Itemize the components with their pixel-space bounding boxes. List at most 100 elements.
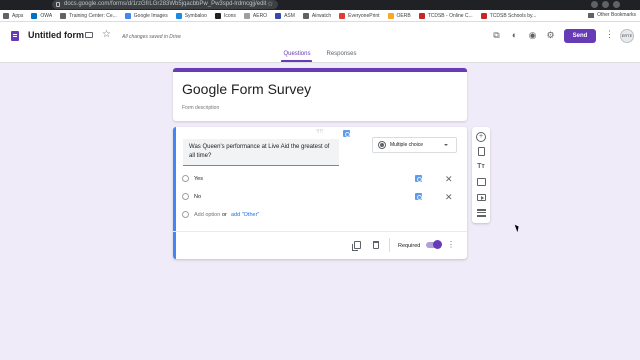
bookmark-label: Airwatch [311,12,332,19]
bookmark-item[interactable]: Training Center: Ce... [60,12,117,19]
add-image-icon[interactable] [477,178,486,186]
bookmark-favicon-icon [243,12,250,19]
bookmark-favicon-icon [214,12,221,19]
save-status: All changes saved in Drive [122,34,181,40]
bookmark-item[interactable]: Google Images [124,12,168,19]
more-options-icon[interactable]: ⋮ [605,30,614,39]
add-option-image-icon[interactable] [415,175,422,182]
radio-icon [182,175,189,182]
form-description-field[interactable]: Form description [182,105,219,111]
radio-button-icon [378,141,386,149]
radio-icon [182,211,189,218]
bookmark-item[interactable]: Icons [214,12,236,19]
bookmark-label: OERB [396,12,411,19]
bookmark-item[interactable]: EveryonePrint [339,12,380,19]
google-forms-logo-icon[interactable] [11,31,19,41]
duplicate-icon[interactable] [352,241,361,251]
drag-handle-icon[interactable]: ⠿⠿ [316,129,323,135]
bookmark-favicon-icon [275,12,282,19]
add-option-link[interactable]: Add option [194,209,220,221]
form-tabs: Questions Responses [0,51,640,62]
form-title-card[interactable]: Google Form Survey Form description [173,68,467,121]
question-title-input[interactable]: Was Queen's performance at Live Aid the … [183,139,339,166]
option-row[interactable]: Yes ✕ [181,173,453,185]
star-icon[interactable]: ☆ [102,29,111,40]
extension-icon[interactable] [591,1,598,8]
header-divider [0,62,640,63]
bookmark-favicon-icon [480,12,487,19]
form-doc-title[interactable]: Untitled form [28,30,84,40]
question-toolbar: + Tт [472,127,490,223]
other-bookmarks[interactable]: Other Bookmarks [588,12,636,18]
bookmark-item[interactable]: OWA [31,12,53,19]
preview-eye-icon[interactable]: ◉ [528,31,537,40]
required-toggle[interactable] [426,240,442,249]
bookmark-item[interactable]: ASM [275,12,295,19]
move-to-folder-icon[interactable] [85,32,93,38]
add-question-icon[interactable]: + [476,132,486,142]
option-row[interactable]: No ✕ [181,191,453,203]
bookmark-star-icon[interactable]: ☆ [267,0,273,9]
add-video-icon[interactable] [477,194,486,201]
bookmark-label: Google Images [133,12,168,19]
question-type-label: Multiple choice [390,142,424,148]
remove-option-icon[interactable]: ✕ [445,173,453,185]
extension-icon[interactable] [602,1,609,8]
bookmark-favicon-icon [339,12,346,19]
address-bar[interactable]: docs.google.com/forms/d/1rzGfrLGr283Wb5j… [52,0,278,9]
bookmark-item[interactable]: Symbaloo [175,12,207,19]
bookmark-label: Icons [223,12,236,19]
bookmark-favicon-icon [175,12,182,19]
send-button[interactable]: Send [564,29,596,43]
dropdown-arrow-icon [444,144,448,146]
bookmark-item[interactable]: OERB [387,12,411,19]
other-bookmarks-label: Other Bookmarks [597,12,636,18]
folder-icon [588,12,595,18]
question-card[interactable]: ⠿⠿ Was Queen's performance at Live Aid t… [173,127,467,259]
divider [389,238,390,252]
remove-option-icon[interactable]: ✕ [445,191,453,203]
palette-icon[interactable]: ◐ [510,31,519,40]
form-title[interactable]: Google Form Survey [182,81,311,97]
radio-icon [182,193,189,200]
mouse-pointer-icon [514,223,521,233]
lock-icon [56,2,60,7]
bookmark-favicon-icon [418,12,425,19]
bookmark-label: TCDSB Schools by... [489,12,537,19]
bookmark-label: TCDSB - Online C... [427,12,473,19]
tab-responses[interactable]: Responses [324,51,358,62]
more-options-icon[interactable]: ⋮ [447,240,455,250]
import-questions-icon[interactable] [478,147,485,156]
settings-gear-icon[interactable]: ⚙ [546,31,555,40]
bookmark-favicon-icon [387,12,394,19]
extension-icon[interactable] [613,1,620,8]
bookmark-label: ASM [284,12,295,19]
bookmark-item[interactable]: TCDSB Schools by... [480,12,537,19]
extension-icons [591,1,620,8]
avatar[interactable]: ERTE [620,29,634,43]
add-question-image-icon[interactable] [343,130,350,137]
bookmark-label: Symbaloo [184,12,207,19]
delete-icon[interactable] [373,241,379,249]
add-option-image-icon[interactable] [415,193,422,200]
bookmark-favicon-icon [124,12,131,19]
option-label[interactable]: Yes [194,173,203,185]
bookmark-item[interactable]: TCDSB - Online C... [418,12,473,19]
bookmark-label: EveryonePrint [348,12,380,19]
required-label: Required [398,243,421,249]
question-type-dropdown[interactable]: Multiple choice [372,137,457,153]
add-other-link[interactable]: add "Other" [231,209,259,221]
addons-icon[interactable]: ⧉ [492,31,501,40]
bookmark-label: OWA [40,12,53,19]
or-text: or [222,212,227,218]
bookmark-item[interactable]: AERO [243,12,267,19]
tab-questions[interactable]: Questions [281,51,313,62]
bookmark-item[interactable]: Airwatch [302,12,332,19]
add-section-icon[interactable] [477,209,486,217]
option-label[interactable]: No [194,191,201,203]
question-footer: Required ⋮ [173,231,467,259]
bookmark-label: Training Center: Ce... [69,12,117,19]
bookmark-favicon-icon [302,12,309,19]
bookmark-item[interactable]: Apps [3,12,23,19]
add-title-icon[interactable]: Tт [476,162,486,172]
